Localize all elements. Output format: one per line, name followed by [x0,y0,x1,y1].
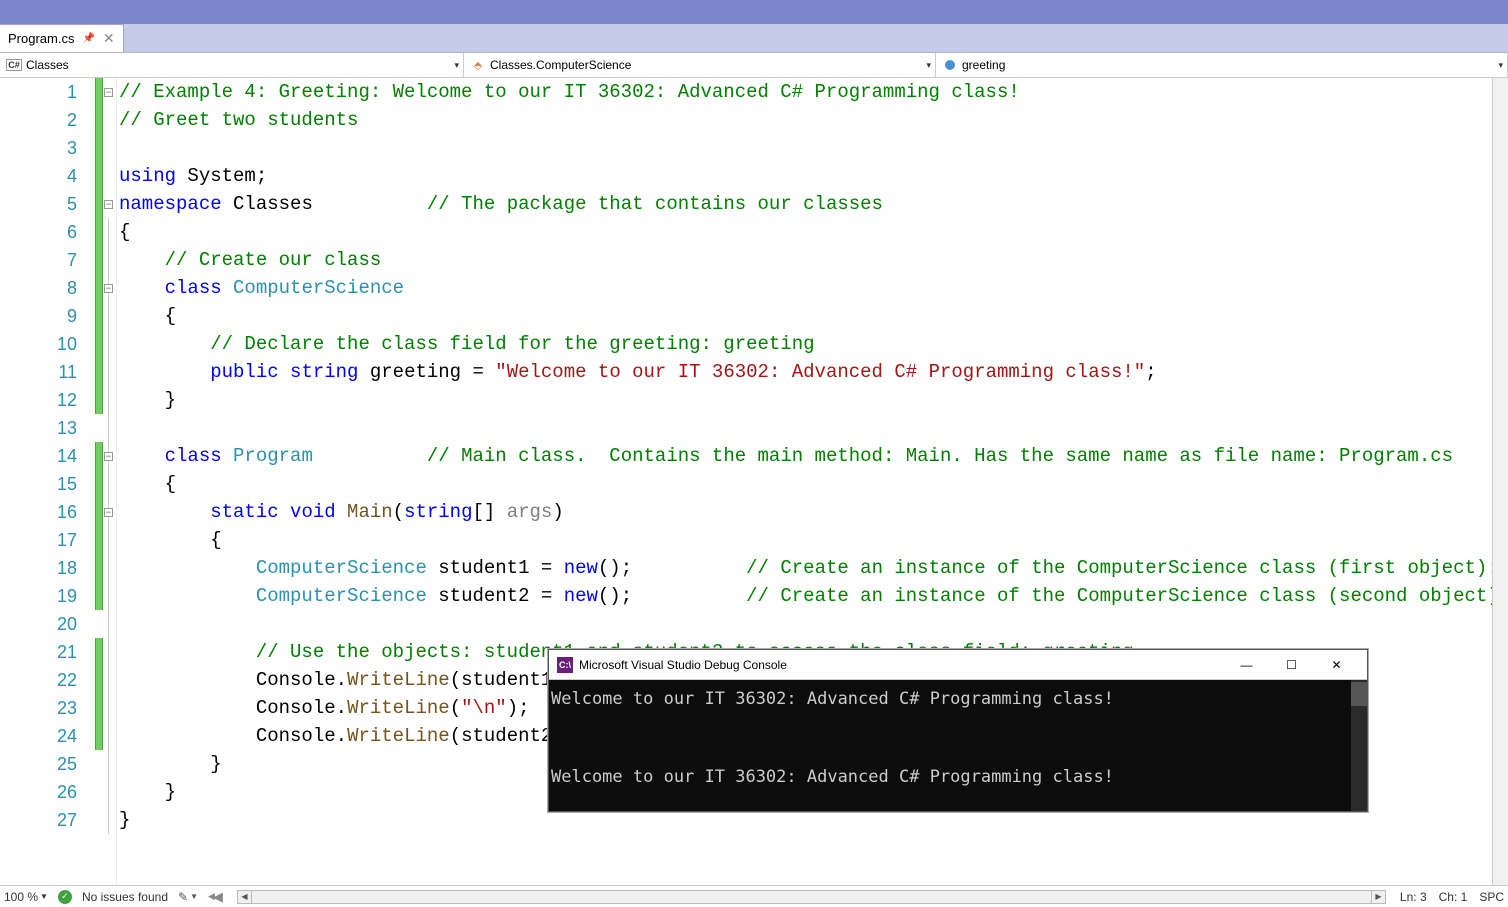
indent-mode[interactable]: SPC [1479,890,1504,904]
chevron-down-icon: ▾ [926,60,931,71]
tool-icon[interactable]: ✎▼ [178,890,198,904]
scope-label: Classes.ComputerScience [490,58,631,72]
navigation-bar: C# Classes ▾ ⬘ Classes.ComputerScience ▾… [0,53,1508,78]
issues-label[interactable]: No issues found [82,890,168,904]
scroll-left-icon[interactable]: ◀ [238,891,252,903]
file-tab-program[interactable]: Program.cs 📌 ✕ [0,24,124,52]
outline-column[interactable] [103,78,117,885]
tab-label: Program.cs [8,31,74,46]
csharp-icon: C# [6,58,22,72]
char-indicator[interactable]: Ch: 1 [1439,890,1468,904]
maximize-button[interactable]: ☐ [1269,650,1314,680]
vertical-scrollbar[interactable] [1492,78,1508,885]
line-indicator[interactable]: Ln: 3 [1400,890,1427,904]
close-button[interactable]: ✕ [1314,650,1359,680]
console-title: Microsoft Visual Studio Debug Console [579,658,787,672]
check-icon: ✓ [58,890,72,904]
nav-arrows[interactable]: ◀◀ [208,889,223,905]
field-icon [942,58,958,72]
chevron-down-icon: ▾ [454,60,459,71]
chevron-down-icon: ▾ [1498,60,1503,71]
zoom-level[interactable]: 100 % ▼ [4,890,48,904]
close-icon[interactable]: ✕ [103,30,115,47]
tab-bar: Program.cs 📌 ✕ [0,24,1508,53]
line-number-gutter: 1 2 3 4 5 6 7 8 9 10 11 12 13 14 15 16 1… [0,78,95,885]
scope-label: greeting [962,58,1005,72]
minimize-button[interactable]: — [1224,650,1269,680]
status-bar: 100 % ▼ ✓ No issues found ✎▼ ◀◀ ◀ ▶ Ln: … [0,885,1508,907]
scroll-right-icon[interactable]: ▶ [1371,891,1385,903]
console-app-icon: C:\ [557,657,573,673]
pin-icon[interactable]: 📌 [82,33,94,44]
console-titlebar[interactable]: C:\ Microsoft Visual Studio Debug Consol… [549,650,1367,680]
scope-dropdown-member[interactable]: greeting ▾ [936,53,1508,77]
horizontal-scrollbar[interactable]: ◀ ▶ [237,890,1386,904]
window-titlebar [0,0,1508,24]
console-scrollbar[interactable] [1351,680,1367,811]
scope-label: Classes [26,58,69,72]
debug-console-window[interactable]: C:\ Microsoft Visual Studio Debug Consol… [548,649,1368,812]
class-icon: ⬘ [470,58,486,72]
chevron-down-icon: ▼ [40,892,48,901]
console-output[interactable]: Welcome to our IT 36302: Advanced C# Pro… [549,680,1367,811]
scope-dropdown-project[interactable]: C# Classes ▾ [0,53,464,77]
scope-dropdown-class[interactable]: ⬘ Classes.ComputerScience ▾ [464,53,936,77]
change-indicator-bar [95,78,103,885]
